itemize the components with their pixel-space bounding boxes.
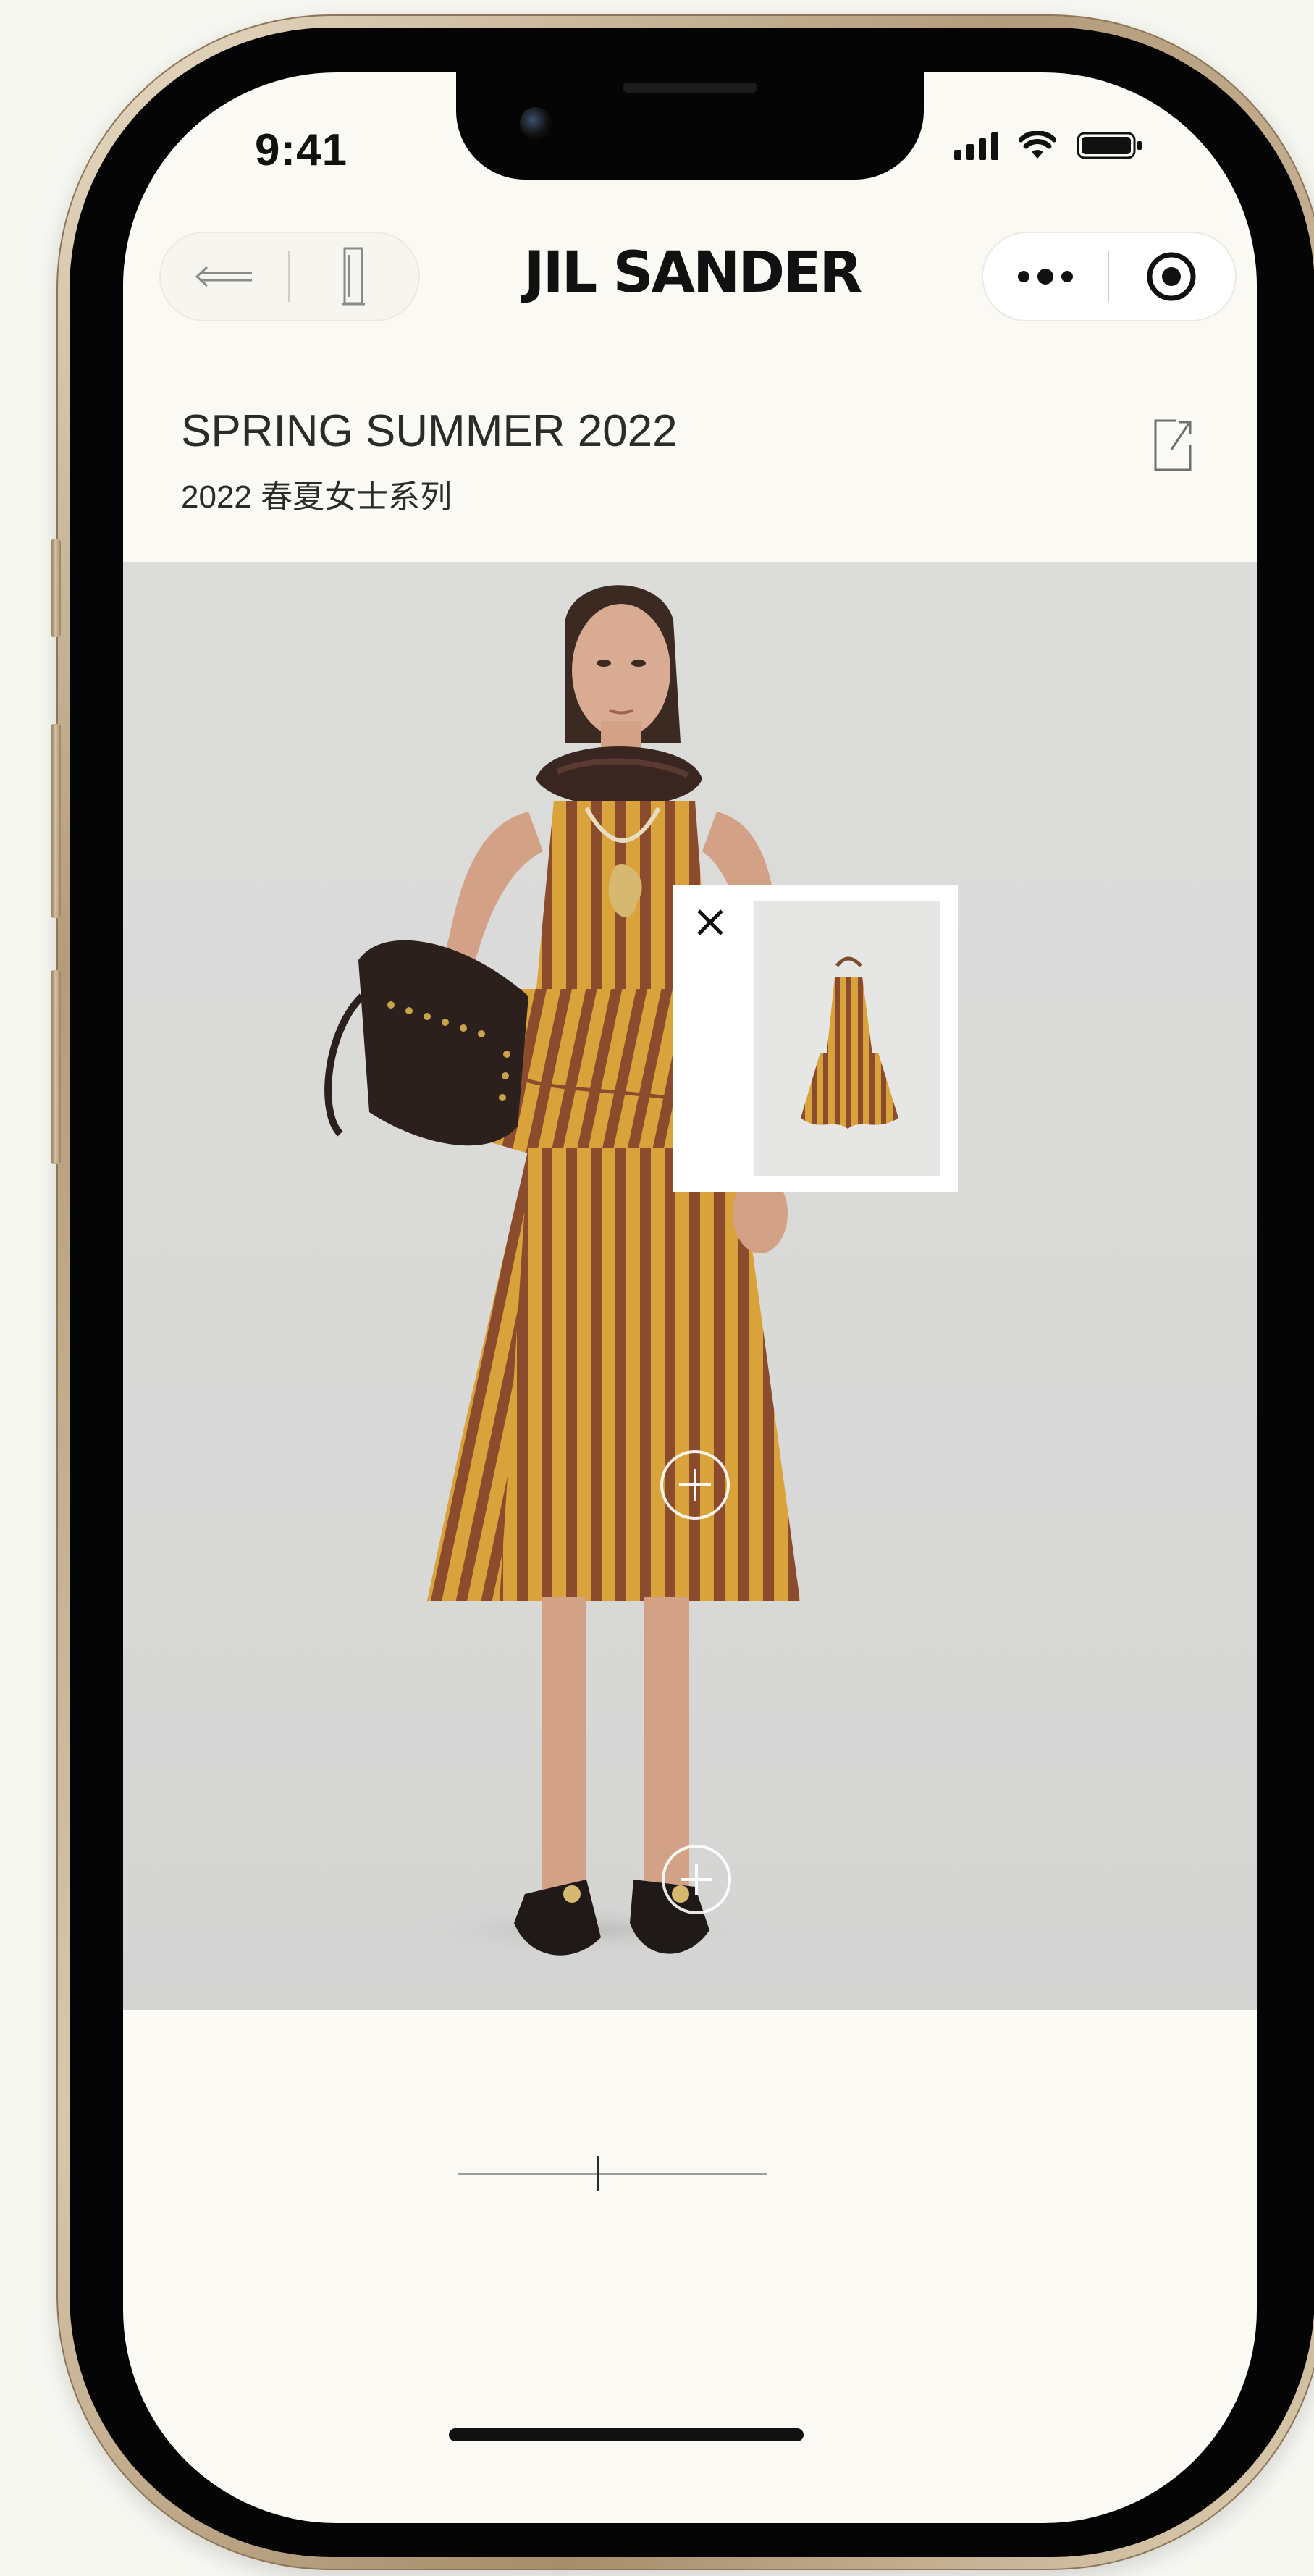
more-dots-icon: [1018, 269, 1073, 285]
hotspot-shoes[interactable]: [662, 1845, 731, 1914]
share-button[interactable]: [1151, 416, 1195, 474]
status-icons: [954, 130, 1143, 161]
back-button[interactable]: [161, 233, 288, 320]
volume-up-button: [51, 724, 61, 918]
dress-thumbnail: [801, 956, 898, 1129]
target-icon: [1147, 252, 1196, 301]
more-button[interactable]: [983, 233, 1108, 320]
close-icon[interactable]: [694, 906, 726, 938]
collection-title: SPRING SUMMER 2022: [181, 406, 678, 456]
page-indicator-thumb[interactable]: [597, 2156, 599, 2191]
lookbook-photo[interactable]: [123, 562, 1257, 2010]
share-icon: [1154, 419, 1192, 471]
front-camera: [520, 107, 552, 139]
product-image[interactable]: [754, 901, 940, 1176]
battery-icon: [1077, 132, 1142, 159]
nav-capsule-right: [982, 232, 1237, 321]
home-button[interactable]: [290, 233, 417, 320]
collection-subtitle: 2022 春夏女士系列: [181, 479, 452, 515]
status-time: 9:41: [255, 125, 348, 175]
product-preview-card[interactable]: [673, 885, 958, 1192]
wifi-icon: [1019, 131, 1056, 159]
brand-logo[interactable]: JIL SANDER: [518, 240, 866, 306]
cellular-signal-icon: [954, 131, 998, 160]
back-arrow-icon: [195, 266, 252, 287]
phone-screen: 9:41 JIL SANDER SPRING SUMMER 2022 2022 …: [123, 72, 1257, 2523]
notch: [456, 72, 924, 180]
volume-down-button: [51, 970, 61, 1164]
mute-switch: [51, 539, 61, 637]
speaker: [623, 83, 757, 93]
page-indicator-track[interactable]: [458, 2173, 767, 2175]
model-figure: [324, 585, 800, 1959]
home-icon: [342, 247, 365, 306]
nav-capsule-left: [159, 232, 420, 321]
home-indicator[interactable]: [449, 2428, 804, 2441]
record-button[interactable]: [1109, 233, 1234, 320]
hotspot-skirt[interactable]: [660, 1450, 730, 1520]
